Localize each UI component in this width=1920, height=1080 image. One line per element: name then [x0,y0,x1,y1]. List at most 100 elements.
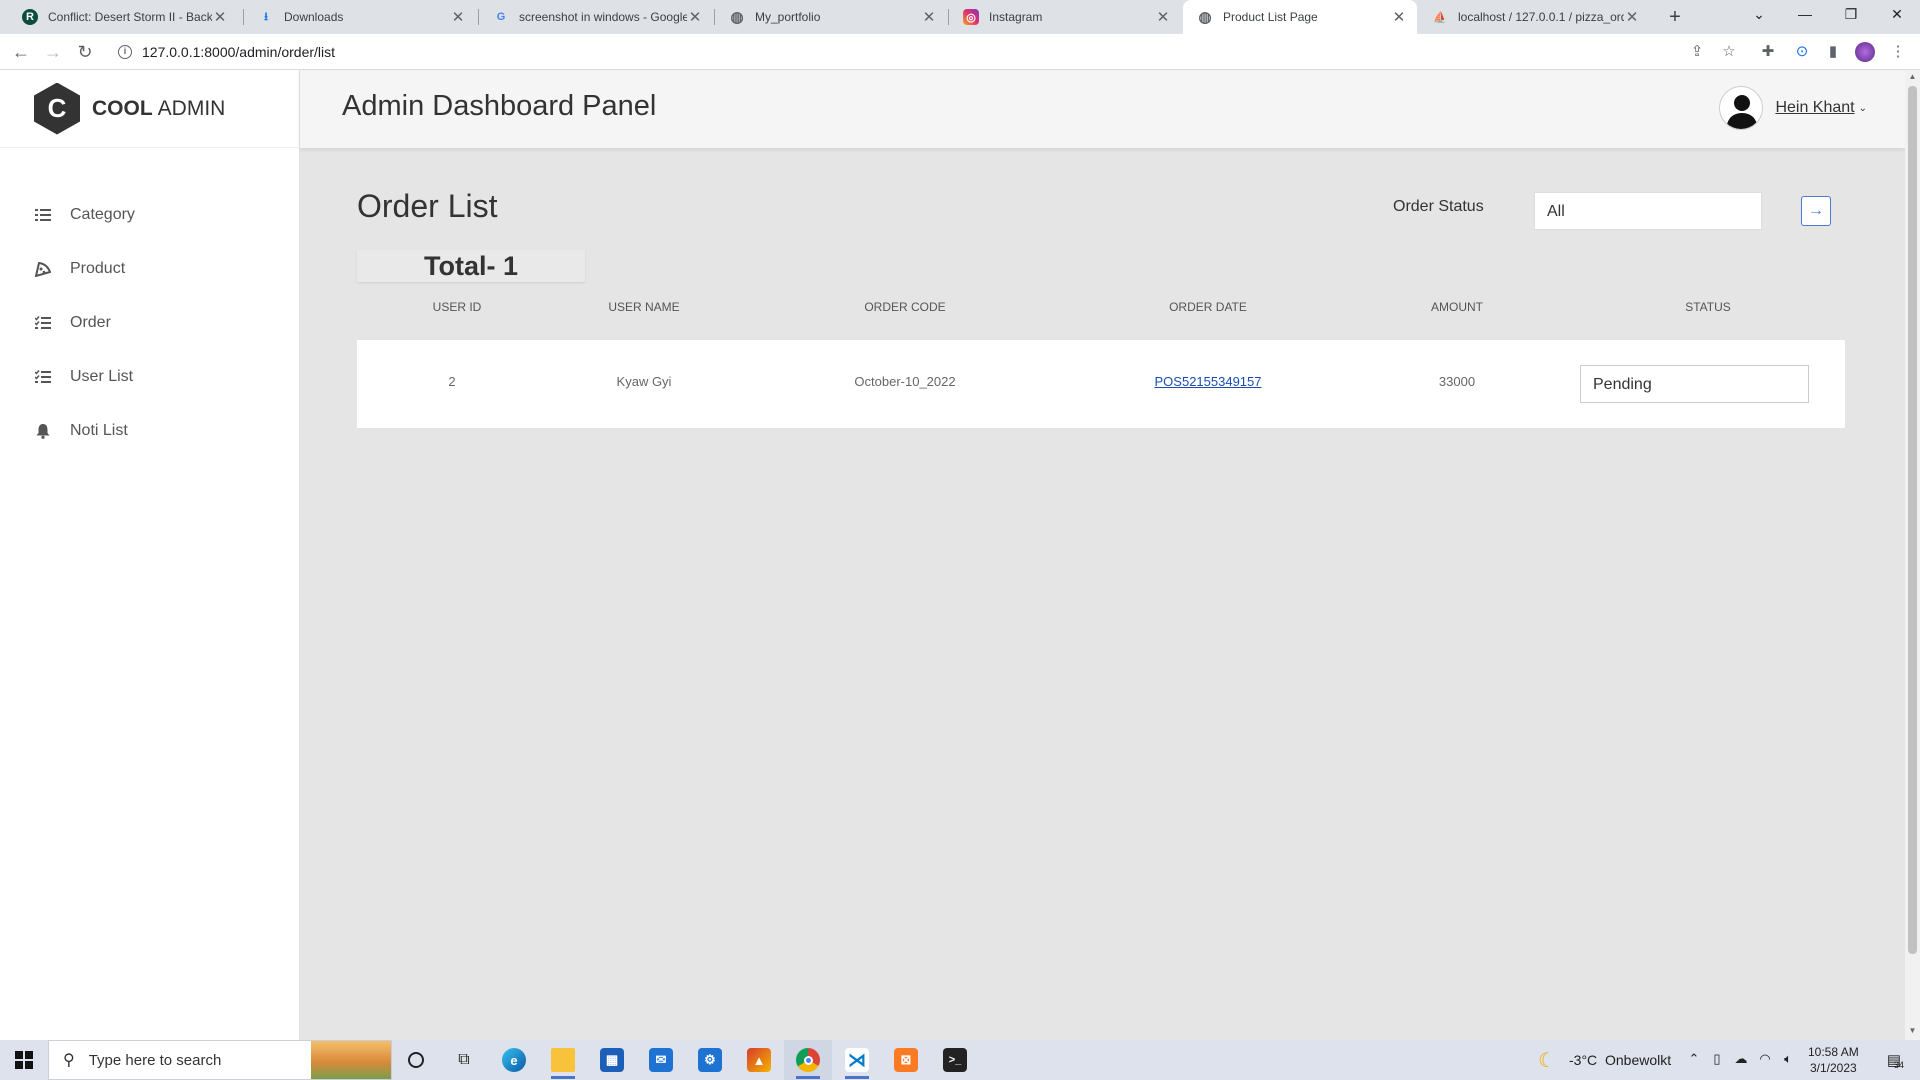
weather-temperature[interactable]: -3°C [1569,1040,1597,1080]
vscode-icon[interactable]: ⋊ [833,1040,881,1080]
scroll-up-icon[interactable]: ▲ [1905,72,1920,81]
sidebar-item-product[interactable]: Product [0,242,300,296]
clock-date: 3/1/2023 [1809,1061,1857,1075]
user-menu[interactable]: Hein Khant ⌄ [1719,86,1867,130]
page-scrollbar[interactable]: ▲ ▼ [1905,70,1920,1040]
taskbar-search-box[interactable]: ⚲ Type here to search [48,1040,392,1080]
chrome-icon[interactable] [784,1040,832,1080]
active-app-indicator [845,1076,869,1079]
cell-order-code: October-10_2022 [854,374,956,389]
scroll-down-icon[interactable]: ▼ [1905,1026,1920,1035]
sidebar-item-label: Product [70,260,126,277]
restore-button[interactable]: ❐ [1828,0,1874,30]
store-icon[interactable]: ▦ [588,1040,636,1080]
profile-avatar-icon[interactable] [1855,42,1875,62]
tab-title: Product List Page [1223,10,1318,24]
filter-submit-button[interactable]: → [1801,196,1831,226]
table-header: USER ID USER NAME ORDER CODE ORDER DATE … [357,300,1845,324]
windows-start-button[interactable] [0,1040,48,1080]
forward-icon[interactable]: → [41,40,65,64]
sidebar-item-label: Noti List [70,422,128,439]
url-field[interactable]: i 127.0.0.1:8000/admin/order/list [108,38,1708,66]
scrollbar-thumb[interactable] [1908,86,1917,954]
weather-description[interactable]: Onbewolkt [1605,1040,1671,1080]
notification-center-icon[interactable]: ▤ 34 [1880,1051,1908,1070]
tab-search-icon[interactable]: ⌄ [1736,0,1782,30]
order-status-dropdown[interactable]: Pending [1580,365,1809,403]
sidebar-item-user-list[interactable]: User List [0,350,300,404]
browser-tab-active[interactable]: ◍ Product List Page ✕ [1183,0,1417,34]
device-icon[interactable]: ▯ [1709,1051,1725,1069]
sidebar-item-noti-list[interactable]: Noti List [0,404,300,458]
file-explorer-icon[interactable] [539,1040,587,1080]
close-icon[interactable]: ✕ [921,8,937,26]
new-tab-button[interactable]: + [1662,4,1688,30]
chevron-down-icon[interactable]: ⌄ [1859,103,1867,114]
close-icon[interactable]: ✕ [1155,8,1171,26]
bell-icon [34,423,52,439]
browser-tab[interactable]: ◍ My_portfolio ✕ [715,0,947,34]
header-bar: Admin Dashboard Panel Hein Khant ⌄ [300,70,1905,148]
download-status-icon[interactable]: ⊙ [1792,42,1812,62]
close-icon[interactable]: ✕ [687,8,703,26]
task-view-icon[interactable]: ⧉ [440,1040,488,1080]
extensions-icon[interactable]: ✚ [1758,42,1778,62]
settings-gear-icon[interactable]: ⚙ [686,1040,734,1080]
share-icon[interactable]: ⇪ [1687,42,1707,62]
cell-amount: 33000 [1438,374,1476,389]
edge-icon[interactable]: e [490,1040,538,1080]
reload-icon[interactable]: ↻ [73,40,97,64]
window-close-button[interactable]: ✕ [1874,0,1920,30]
sidebar-item-label: Category [70,206,135,223]
active-app-indicator [796,1076,820,1079]
volume-icon[interactable]: 🔈︎ [1780,1051,1796,1069]
more-menu-icon[interactable]: ⋮ [1888,42,1908,62]
user-name-link[interactable]: Hein Khant [1775,99,1854,117]
site-info-icon[interactable]: i [118,45,132,59]
mail-icon[interactable]: ✉ [637,1040,685,1080]
chevron-up-icon[interactable]: ⌃ [1686,1051,1702,1069]
back-icon[interactable]: ← [9,40,33,64]
google-icon: G [496,11,506,23]
close-icon[interactable]: ✕ [1391,8,1407,26]
sidebar-item-order[interactable]: Order [0,296,300,350]
minimize-button[interactable]: — [1782,0,1828,30]
order-status-select[interactable]: All [1534,192,1762,230]
brand-logo[interactable]: C COOL ADMIN [0,70,300,148]
xampp-icon[interactable]: ⊠ [882,1040,930,1080]
tab-favicon: R [22,9,38,25]
sidebar-item-category[interactable]: Category [0,188,300,242]
close-icon[interactable]: ✕ [212,8,228,26]
browser-tab-bar: R Conflict: Desert Storm II - Back t ✕ ⭳… [0,0,1920,34]
logo-hexagon-icon: C [34,82,80,135]
game-icon[interactable]: ▲ [735,1040,783,1080]
sidebar-item-label: Order [70,314,111,331]
system-clock[interactable]: 10:58 AM 3/1/2023 [1808,1044,1859,1076]
tab-title: screenshot in windows - Google [519,10,687,24]
tab-title: Instagram [989,10,1043,24]
page-header-title: Admin Dashboard Panel [342,90,657,122]
close-icon[interactable]: ✕ [450,8,466,26]
instagram-icon: ◎ [963,9,979,25]
order-date-link[interactable]: POS52155349157 [1155,374,1262,389]
browser-tab[interactable]: R Conflict: Desert Storm II - Back t ✕ [8,0,238,34]
avatar[interactable] [1719,86,1764,130]
onedrive-cloud-icon[interactable]: ☁ [1733,1051,1749,1069]
close-icon[interactable]: ✕ [1624,8,1640,26]
browser-tab[interactable]: ◎ Instagram ✕ [949,0,1181,34]
side-panel-icon[interactable]: ▮ [1823,42,1843,62]
cell-user-id: 2 [448,374,456,389]
browser-tab[interactable]: G screenshot in windows - Google ✕ [479,0,713,34]
total-count-badge: Total- 1 [357,250,585,282]
column-header-user-name: USER NAME [608,300,680,314]
bookmark-star-icon[interactable]: ☆ [1719,42,1739,62]
weather-moon-icon[interactable]: ☾ [1538,1048,1556,1072]
notification-count: 34 [1894,1060,1905,1070]
cortana-icon[interactable] [392,1040,440,1080]
terminal-icon[interactable]: >_ [931,1040,979,1080]
wifi-icon[interactable]: ◠ [1757,1051,1773,1069]
browser-tab[interactable]: ⛵ localhost / 127.0.0.1 / pizza_ord ✕ [1418,0,1650,34]
browser-tab[interactable]: ⭳ Downloads ✕ [244,0,476,34]
cell-user-name: Kyaw Gyi [616,374,672,389]
taskbar-search-placeholder: Type here to search [88,1051,222,1069]
